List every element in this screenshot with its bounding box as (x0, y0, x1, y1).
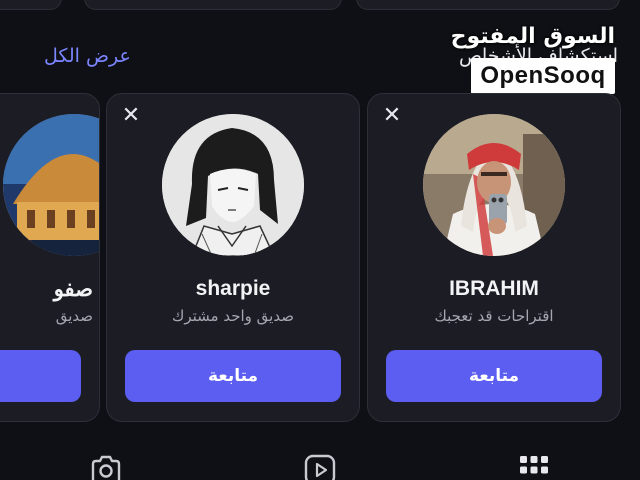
avatar[interactable] (3, 114, 99, 256)
person-card: صفو صديق (0, 93, 100, 422)
close-icon: ✕ (382, 103, 402, 128)
nav-grid-button[interactable] (518, 454, 550, 480)
person-subtitle: اقتراحات قد تعجبك (434, 307, 554, 325)
previous-row-card (356, 0, 620, 10)
dismiss-button[interactable]: ✕ (380, 104, 404, 128)
person-name[interactable]: IBRAHIM (368, 277, 620, 301)
grid-icon (520, 456, 548, 474)
person-name[interactable]: sharpie (107, 277, 359, 301)
watermark-logo: OpenSooq (471, 58, 615, 94)
video-icon (304, 454, 336, 480)
manga-drawing (162, 114, 304, 256)
follow-button[interactable]: متابعة (125, 350, 341, 402)
person-name[interactable]: صفو (54, 277, 93, 302)
opensooq-watermark: السوق المفتوح OpenSooq (451, 22, 615, 96)
dismiss-button[interactable]: ✕ (119, 104, 143, 128)
explore-people-screen: عرض الكل استكشاف الأشخاص السوق المفتوح O… (0, 0, 640, 480)
person-card: ✕ IBRAHIM اقتراحات قد تعجبك متابعة (367, 93, 621, 422)
watermark-arabic: السوق المفتوح (450, 24, 615, 49)
avatar[interactable] (162, 114, 304, 256)
nav-camera-button[interactable] (90, 454, 122, 480)
person-subtitle: صديق واحد مشترك (172, 307, 294, 325)
nav-video-button[interactable] (304, 454, 336, 480)
avatar[interactable] (423, 114, 565, 256)
person-card: ✕ sharpie صديق واحد مشترك متابعة (106, 93, 360, 422)
see-all-link[interactable]: عرض الكل (44, 42, 131, 70)
follow-button[interactable]: متابعة (386, 350, 602, 402)
person-subtitle: صديق (55, 307, 93, 325)
previous-row-card (0, 0, 62, 10)
camera-icon (91, 455, 121, 480)
follow-button[interactable] (0, 350, 81, 402)
close-icon: ✕ (121, 103, 141, 128)
previous-row-card (84, 0, 342, 10)
person-photo (423, 114, 565, 256)
building-photo (3, 114, 99, 256)
